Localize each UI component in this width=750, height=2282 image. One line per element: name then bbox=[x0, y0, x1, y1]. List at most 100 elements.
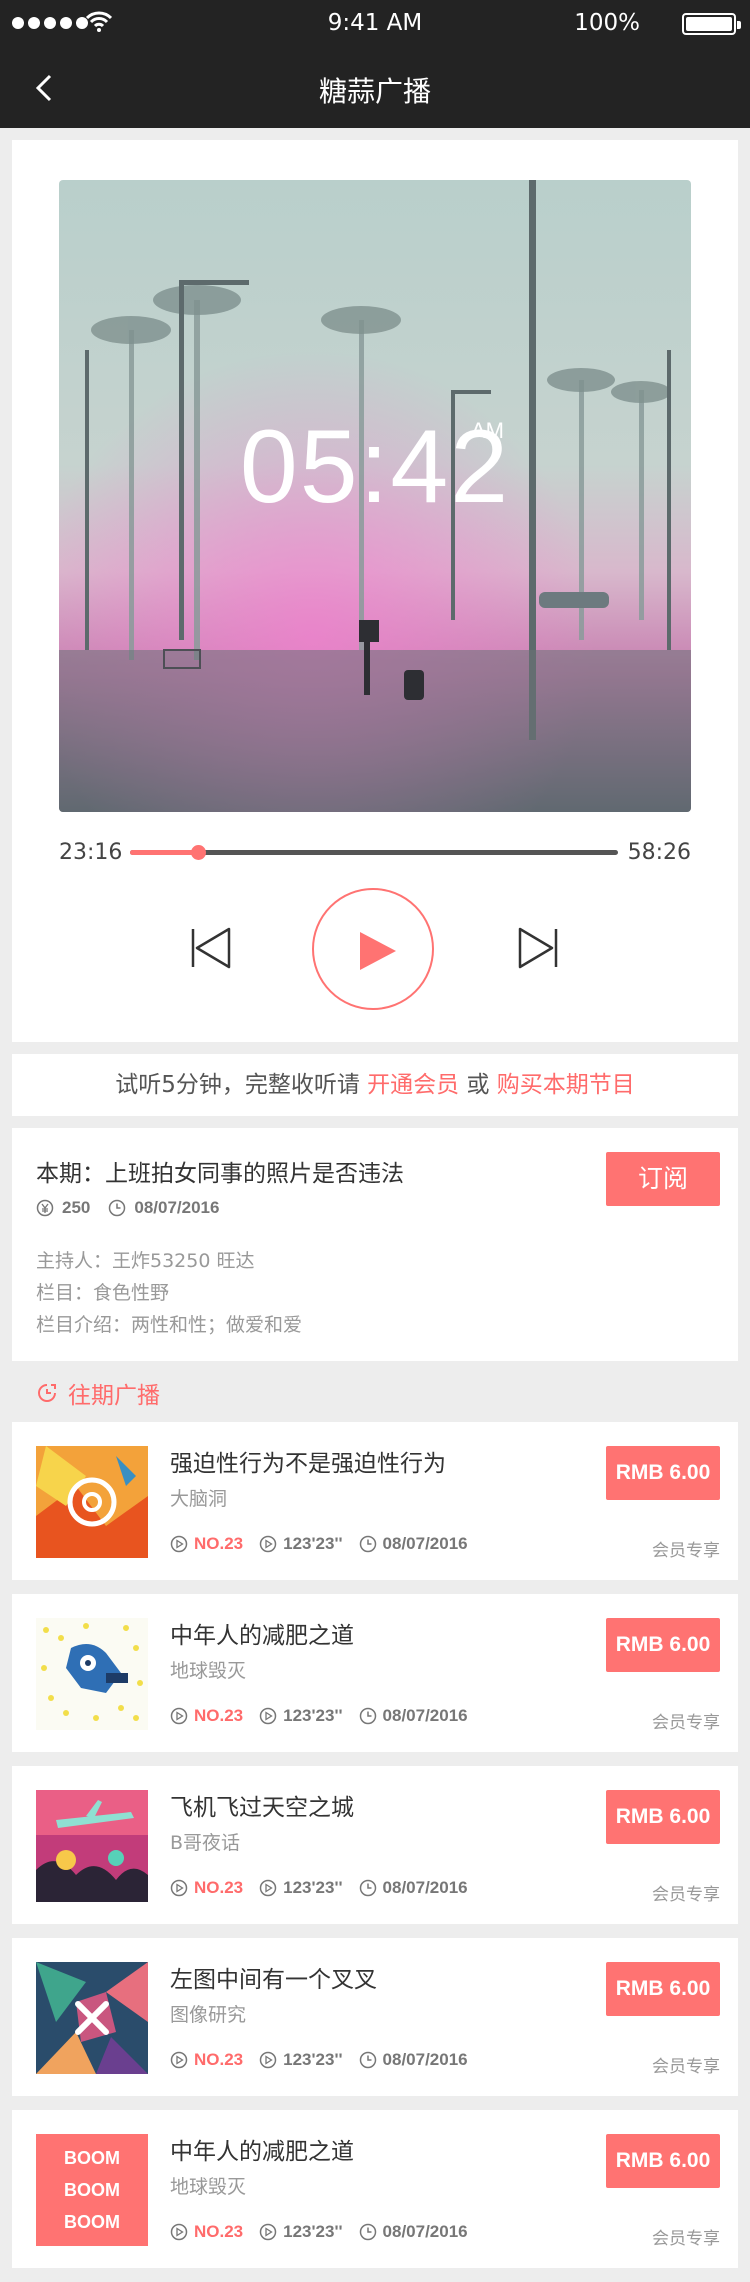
boom-thumbnail: BOOM BOOM BOOM bbox=[36, 2134, 148, 2246]
play-circle-icon bbox=[170, 2223, 188, 2241]
broadcast-title: 中年人的减肥之道 bbox=[170, 1623, 354, 1649]
cover-clock: 05:42 bbox=[239, 409, 511, 525]
episode-column: 栏目：食色性野 bbox=[36, 1282, 170, 1304]
notice-text: 试听5分钟，完整收听请 bbox=[115, 1072, 368, 1098]
cover-image: 05:42 AM bbox=[59, 180, 691, 812]
play-circle-icon bbox=[259, 1535, 277, 1553]
play-circle-icon bbox=[170, 2051, 188, 2069]
play-button[interactable] bbox=[312, 888, 434, 1010]
price-button[interactable]: RMB 6.00 bbox=[606, 1962, 720, 2016]
broadcast-thumbnail: BOOM BOOM BOOM bbox=[36, 2134, 148, 2246]
subscribe-button[interactable]: 订阅 bbox=[606, 1152, 720, 1206]
members-only-tag: 会员专享 bbox=[652, 1541, 720, 1561]
broadcast-item[interactable]: 中年人的减肥之道 地球毁灭 NO.23 123'23'' 08/07/2016 … bbox=[12, 1594, 738, 1752]
broadcast-item[interactable]: BOOM BOOM BOOM 中年人的减肥之道 地球毁灭 NO.23 123'2… bbox=[12, 2110, 738, 2268]
progress-bar[interactable] bbox=[130, 845, 618, 860]
notice-or: 或 bbox=[459, 1072, 497, 1098]
broadcast-title: 飞机飞过天空之城 bbox=[170, 1795, 354, 1821]
price-button[interactable]: RMB 6.00 bbox=[606, 1618, 720, 1672]
broadcast-duration: 123'23'' bbox=[283, 1534, 343, 1553]
broadcast-duration: 123'23'' bbox=[283, 1878, 343, 1897]
clock-icon bbox=[109, 1199, 126, 1217]
broadcast-title: 左图中间有一个叉叉 bbox=[170, 1967, 377, 1993]
clock-icon bbox=[359, 1535, 376, 1553]
previous-track-icon[interactable] bbox=[187, 923, 237, 973]
page-title: 糖蒜广播 bbox=[318, 75, 431, 108]
price-button[interactable]: RMB 6.00 bbox=[606, 1446, 720, 1500]
section-title: 往期广播 bbox=[68, 1383, 160, 1409]
episode-price-count: 250 bbox=[62, 1198, 91, 1217]
broadcast-date: 08/07/2016 bbox=[382, 1534, 468, 1553]
broadcast-thumbnail bbox=[36, 1618, 148, 1730]
broadcast-meta: NO.23 123'23'' 08/07/2016 bbox=[170, 1534, 484, 1554]
clock-icon bbox=[359, 2223, 376, 2241]
members-only-tag: 会员专享 bbox=[652, 2229, 720, 2249]
total-time: 58:26 bbox=[627, 840, 691, 865]
broadcast-number: NO.23 bbox=[194, 1878, 244, 1897]
top-bar: 9:41 AM 100% 糖蒜广播 bbox=[0, 0, 750, 128]
members-only-tag: 会员专享 bbox=[652, 1713, 720, 1733]
broadcast-number: NO.23 bbox=[194, 2222, 244, 2241]
play-circle-icon bbox=[170, 1535, 188, 1553]
play-circle-icon bbox=[170, 1707, 188, 1725]
broadcast-item[interactable]: 飞机飞过天空之城 B哥夜话 NO.23 123'23'' 08/07/2016 … bbox=[12, 1766, 738, 1924]
broadcast-duration: 123'23'' bbox=[283, 2222, 343, 2241]
elapsed-time: 23:16 bbox=[59, 840, 123, 865]
broadcast-title: 强迫性行为不是强迫性行为 bbox=[170, 1451, 446, 1477]
clock-icon bbox=[359, 1707, 376, 1725]
broadcast-meta: NO.23 123'23'' 08/07/2016 bbox=[170, 2050, 484, 2070]
broadcast-duration: 123'23'' bbox=[283, 1706, 343, 1725]
play-icon bbox=[360, 932, 396, 970]
broadcast-author: 地球毁灭 bbox=[170, 2176, 247, 2198]
open-membership-link[interactable]: 开通会员 bbox=[367, 1072, 459, 1098]
broadcast-date: 08/07/2016 bbox=[382, 2050, 468, 2069]
members-only-tag: 会员专享 bbox=[652, 1885, 720, 1905]
episode-column-intro: 栏目介绍：两性和性；做爱和爱 bbox=[36, 1314, 303, 1336]
episode-info-card: 本期：上班拍女同事的照片是否违法 订阅 250 08/07/2016 主持人：王… bbox=[12, 1128, 738, 1361]
cover-ampm: AM bbox=[471, 418, 504, 443]
history-clock-icon bbox=[38, 1384, 56, 1402]
broadcast-date: 08/07/2016 bbox=[382, 1706, 468, 1725]
members-only-tag: 会员专享 bbox=[652, 2057, 720, 2077]
broadcast-number: NO.23 bbox=[194, 1534, 244, 1553]
price-button[interactable]: RMB 6.00 bbox=[606, 1790, 720, 1844]
progress-fill bbox=[130, 850, 199, 855]
episode-host: 主持人：王炸53250 旺达 bbox=[36, 1250, 255, 1272]
broadcast-meta: NO.23 123'23'' 08/07/2016 bbox=[170, 1878, 484, 1898]
broadcast-date: 08/07/2016 bbox=[382, 1878, 468, 1897]
next-track-icon[interactable] bbox=[512, 923, 562, 973]
play-circle-icon bbox=[259, 2051, 277, 2069]
play-circle-icon bbox=[259, 1707, 277, 1725]
broadcast-item[interactable]: 左图中间有一个叉叉 图像研究 NO.23 123'23'' 08/07/2016… bbox=[12, 1938, 738, 2096]
nav-bar: 糖蒜广播 bbox=[0, 48, 750, 128]
broadcast-author: 地球毁灭 bbox=[170, 1660, 247, 1682]
clock-icon bbox=[359, 2051, 376, 2069]
broadcast-date: 08/07/2016 bbox=[382, 2222, 468, 2241]
price-button[interactable]: RMB 6.00 bbox=[606, 2134, 720, 2188]
past-broadcasts-heading: 往期广播 bbox=[36, 1376, 160, 1410]
yen-icon bbox=[36, 1199, 54, 1217]
broadcast-number: NO.23 bbox=[194, 1706, 244, 1725]
boom-text: BOOM bbox=[64, 2212, 120, 2232]
episode-title: 本期：上班拍女同事的照片是否违法 bbox=[36, 1161, 404, 1187]
play-circle-icon bbox=[259, 2223, 277, 2241]
broadcast-author: B哥夜话 bbox=[170, 1832, 241, 1854]
episode-date: 08/07/2016 bbox=[134, 1198, 220, 1217]
broadcast-meta: NO.23 123'23'' 08/07/2016 bbox=[170, 2222, 484, 2242]
broadcast-item[interactable]: 强迫性行为不是强迫性行为 大脑洞 NO.23 123'23'' 08/07/20… bbox=[12, 1422, 738, 1580]
broadcast-thumbnail bbox=[36, 1962, 148, 2074]
boom-text: BOOM bbox=[64, 2148, 120, 2168]
clock-icon bbox=[359, 1879, 376, 1897]
broadcast-thumbnail bbox=[36, 1790, 148, 1902]
boom-text: BOOM bbox=[64, 2180, 120, 2200]
broadcast-number: NO.23 bbox=[194, 2050, 244, 2069]
player-card: 05:42 AM 23:16 58:26 bbox=[12, 140, 738, 1042]
battery-percent: 100% bbox=[574, 10, 640, 36]
episode-meta: 250 08/07/2016 bbox=[36, 1198, 237, 1218]
broadcast-author: 大脑洞 bbox=[170, 1488, 228, 1510]
broadcast-meta: NO.23 123'23'' 08/07/2016 bbox=[170, 1706, 484, 1726]
progress-knob[interactable] bbox=[191, 845, 207, 860]
buy-episode-link[interactable]: 购买本期节目 bbox=[497, 1072, 635, 1098]
play-circle-icon bbox=[170, 1879, 188, 1897]
play-circle-icon bbox=[259, 1879, 277, 1897]
